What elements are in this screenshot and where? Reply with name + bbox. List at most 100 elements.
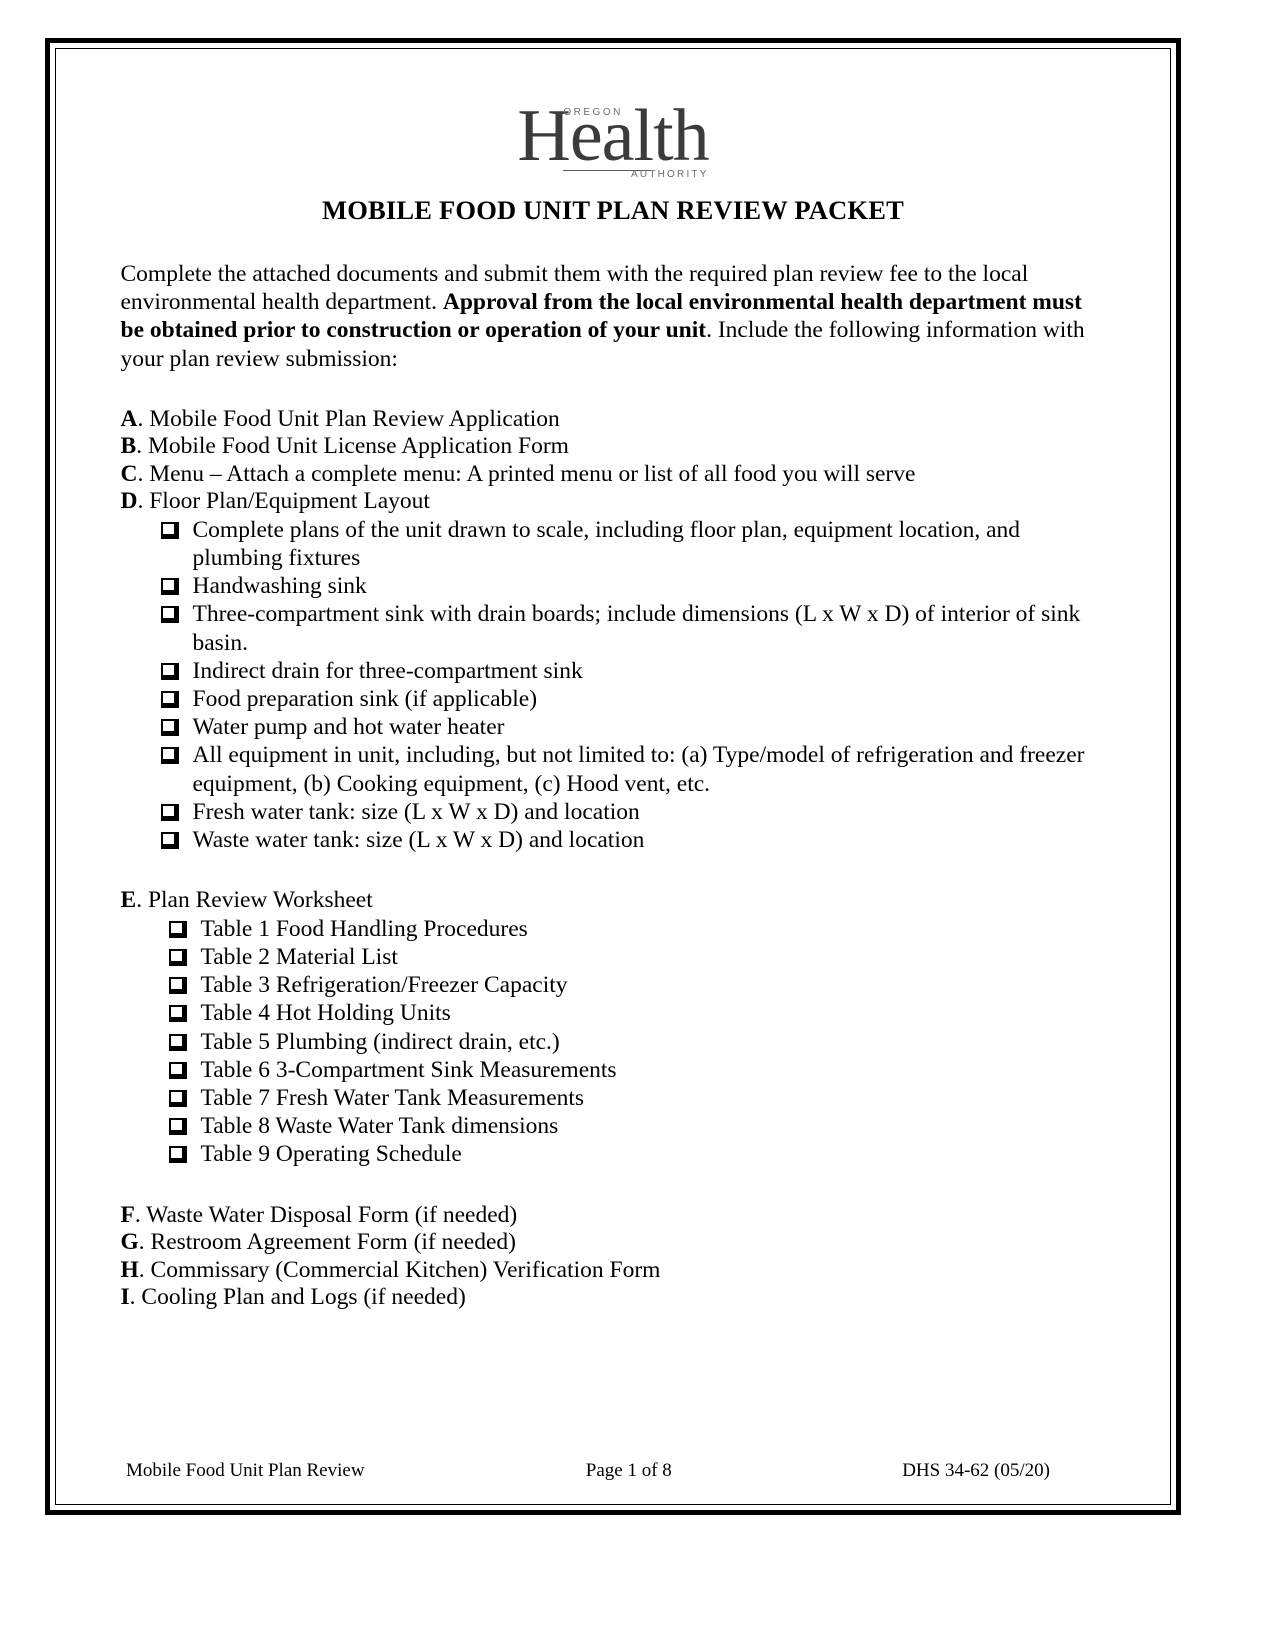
checkbox-icon[interactable] [168, 977, 187, 995]
list-label-e: . Plan Review Worksheet [136, 887, 373, 914]
checkbox-label: Indirect drain for three-compartment sin… [192, 657, 583, 684]
checkbox-icon[interactable] [168, 920, 187, 938]
checkbox-icon[interactable] [168, 1146, 187, 1164]
worksheet-checklist: Table 1 Food Handling Procedures Table 2… [121, 915, 1106, 1169]
list-letter-h: H [120, 1256, 139, 1283]
list-item[interactable]: Table 4 Hot Holding Units [168, 999, 1106, 1027]
checkbox-icon[interactable] [160, 803, 179, 821]
list-item-b: B. Mobile Food Unit License Application … [121, 433, 1106, 461]
requirements-list-continued: F. Waste Water Disposal Form (if needed)… [121, 1202, 1106, 1312]
checkbox-label: Table 9 Operating Schedule [200, 1141, 462, 1168]
list-label-h: . Commissary (Commercial Kitchen) Verifi… [138, 1256, 661, 1283]
document-page-inner-border: OREGON Health AUTHORITY MOBILE FOOD UNIT… [55, 48, 1171, 1505]
list-item-g: G. Restroom Agreement Form (if needed) [121, 1229, 1106, 1257]
checkbox-icon[interactable] [160, 747, 179, 765]
checkbox-icon[interactable] [160, 832, 179, 850]
checkbox-label: Table 4 Hot Holding Units [200, 1000, 451, 1027]
page-footer: Mobile Food Unit Plan Review Page 1 of 8… [86, 1460, 1140, 1482]
list-item[interactable]: Table 8 Waste Water Tank dimensions [168, 1112, 1106, 1140]
list-item[interactable]: Table 5 Plumbing (indirect drain, etc.) [168, 1028, 1106, 1056]
checkbox-label: Food preparation sink (if applicable) [192, 686, 538, 713]
list-item-h: H. Commissary (Commercial Kitchen) Verif… [121, 1257, 1106, 1285]
list-letter-d: D [120, 488, 138, 515]
checkbox-label: Waste water tank: size (L x W x D) and l… [192, 827, 645, 854]
list-item-d: D. Floor Plan/Equipment Layout [121, 488, 1106, 516]
list-letter-e: E [120, 887, 137, 914]
intro-paragraph: Complete the attached documents and subm… [121, 260, 1106, 373]
checkbox-icon[interactable] [168, 1089, 187, 1107]
page-title: MOBILE FOOD UNIT PLAN REVIEW PACKET [322, 195, 904, 225]
list-item-c: C. Menu – Attach a complete menu: A prin… [121, 461, 1106, 489]
footer-form-number: DHS 34-62 (05/20) [902, 1460, 1050, 1481]
checkbox-label: Handwashing sink [192, 573, 367, 600]
list-item[interactable]: All equipment in unit, including, but no… [160, 741, 1106, 797]
list-item[interactable]: Table 1 Food Handling Procedures [168, 915, 1106, 943]
checkbox-icon[interactable] [160, 521, 179, 539]
list-item[interactable]: Handwashing sink [160, 572, 1106, 600]
checkbox-label: Table 6 3-Compartment Sink Measurements [200, 1056, 617, 1083]
list-letter-i: I [120, 1284, 130, 1311]
checkbox-label: Three-compartment sink with drain boards… [192, 601, 1081, 656]
list-item[interactable]: Waste water tank: size (L x W x D) and l… [160, 826, 1106, 854]
list-item-f: F. Waste Water Disposal Form (if needed) [121, 1202, 1106, 1230]
list-item[interactable]: Indirect drain for three-compartment sin… [160, 657, 1106, 685]
checkbox-icon[interactable] [168, 1061, 187, 1079]
checkbox-icon[interactable] [160, 606, 179, 624]
logo-bottom-text: AUTHORITY [631, 169, 709, 180]
list-item-a: A. Mobile Food Unit Plan Review Applicat… [121, 406, 1106, 434]
list-label-b: . Mobile Food Unit License Application F… [136, 433, 569, 460]
list-item[interactable]: Table 9 Operating Schedule [168, 1140, 1106, 1168]
checkbox-label: Water pump and hot water heater [192, 714, 505, 741]
footer-page-number: Page 1 of 8 [585, 1460, 672, 1481]
checkbox-label: Fresh water tank: size (L x W x D) and l… [192, 798, 640, 825]
list-label-d: . Floor Plan/Equipment Layout [137, 488, 430, 515]
list-label-i: . Cooling Plan and Logs (if needed) [129, 1284, 466, 1311]
list-label-f: . Waste Water Disposal Form (if needed) [134, 1201, 518, 1228]
list-item[interactable]: Table 6 3-Compartment Sink Measurements [168, 1056, 1106, 1084]
checkbox-icon[interactable] [160, 578, 179, 596]
checkbox-label: Table 3 Refrigeration/Freezer Capacity [200, 972, 568, 999]
list-item[interactable]: Fresh water tank: size (L x W x D) and l… [160, 798, 1106, 826]
document-page-border: OREGON Health AUTHORITY MOBILE FOOD UNIT… [45, 38, 1181, 1515]
list-item[interactable]: Food preparation sink (if applicable) [160, 685, 1106, 713]
list-label-a: . Mobile Food Unit Plan Review Applicati… [137, 405, 560, 432]
list-item[interactable]: Water pump and hot water heater [160, 713, 1106, 741]
footer-document-name: Mobile Food Unit Plan Review [126, 1460, 365, 1481]
list-letter-f: F [120, 1201, 135, 1228]
list-item[interactable]: Table 3 Refrigeration/Freezer Capacity [168, 971, 1106, 999]
list-letter-a: A [120, 405, 138, 432]
oha-health-logo-icon: OREGON Health AUTHORITY [517, 99, 709, 180]
requirements-list: A. Mobile Food Unit Plan Review Applicat… [121, 406, 1106, 516]
checkbox-icon[interactable] [160, 691, 179, 709]
checkbox-icon[interactable] [160, 719, 179, 737]
list-label-g: . Restroom Agreement Form (if needed) [138, 1229, 516, 1256]
list-label-c: . Menu – Attach a complete menu: A print… [137, 460, 916, 487]
list-item[interactable]: Table 7 Fresh Water Tank Measurements [168, 1084, 1106, 1112]
checkbox-label: Table 5 Plumbing (indirect drain, etc.) [200, 1028, 560, 1055]
checkbox-label: Table 2 Material List [200, 943, 398, 970]
checkbox-label: Complete plans of the unit drawn to scal… [192, 516, 1021, 572]
checkbox-icon[interactable] [168, 948, 187, 966]
checkbox-icon[interactable] [168, 1005, 187, 1023]
list-item-e: E. Plan Review Worksheet [121, 887, 1106, 915]
list-letter-g: G [120, 1229, 139, 1256]
list-item[interactable]: Table 2 Material List [168, 943, 1106, 971]
checkbox-label: Table 8 Waste Water Tank dimensions [200, 1113, 559, 1140]
list-item-i: I. Cooling Plan and Logs (if needed) [121, 1284, 1106, 1312]
floor-plan-checklist: Complete plans of the unit drawn to scal… [121, 516, 1106, 854]
logo-top-text: OREGON [563, 107, 623, 118]
checkbox-label: All equipment in unit, including, but no… [192, 742, 1085, 797]
list-item[interactable]: Three-compartment sink with drain boards… [160, 600, 1106, 656]
list-letter-c: C [120, 460, 138, 487]
checkbox-label: Table 7 Fresh Water Tank Measurements [200, 1084, 585, 1111]
list-letter-b: B [120, 433, 137, 460]
list-item[interactable]: Complete plans of the unit drawn to scal… [160, 516, 1106, 572]
agency-logo-container: OREGON Health AUTHORITY [56, 49, 1170, 180]
document-body: Complete the attached documents and subm… [121, 260, 1106, 1312]
document-content: OREGON Health AUTHORITY MOBILE FOOD UNIT… [56, 49, 1170, 1504]
checkbox-icon[interactable] [168, 1118, 187, 1136]
checkbox-icon[interactable] [160, 662, 179, 680]
checkbox-label: Table 1 Food Handling Procedures [200, 915, 528, 942]
checkbox-icon[interactable] [168, 1033, 187, 1051]
